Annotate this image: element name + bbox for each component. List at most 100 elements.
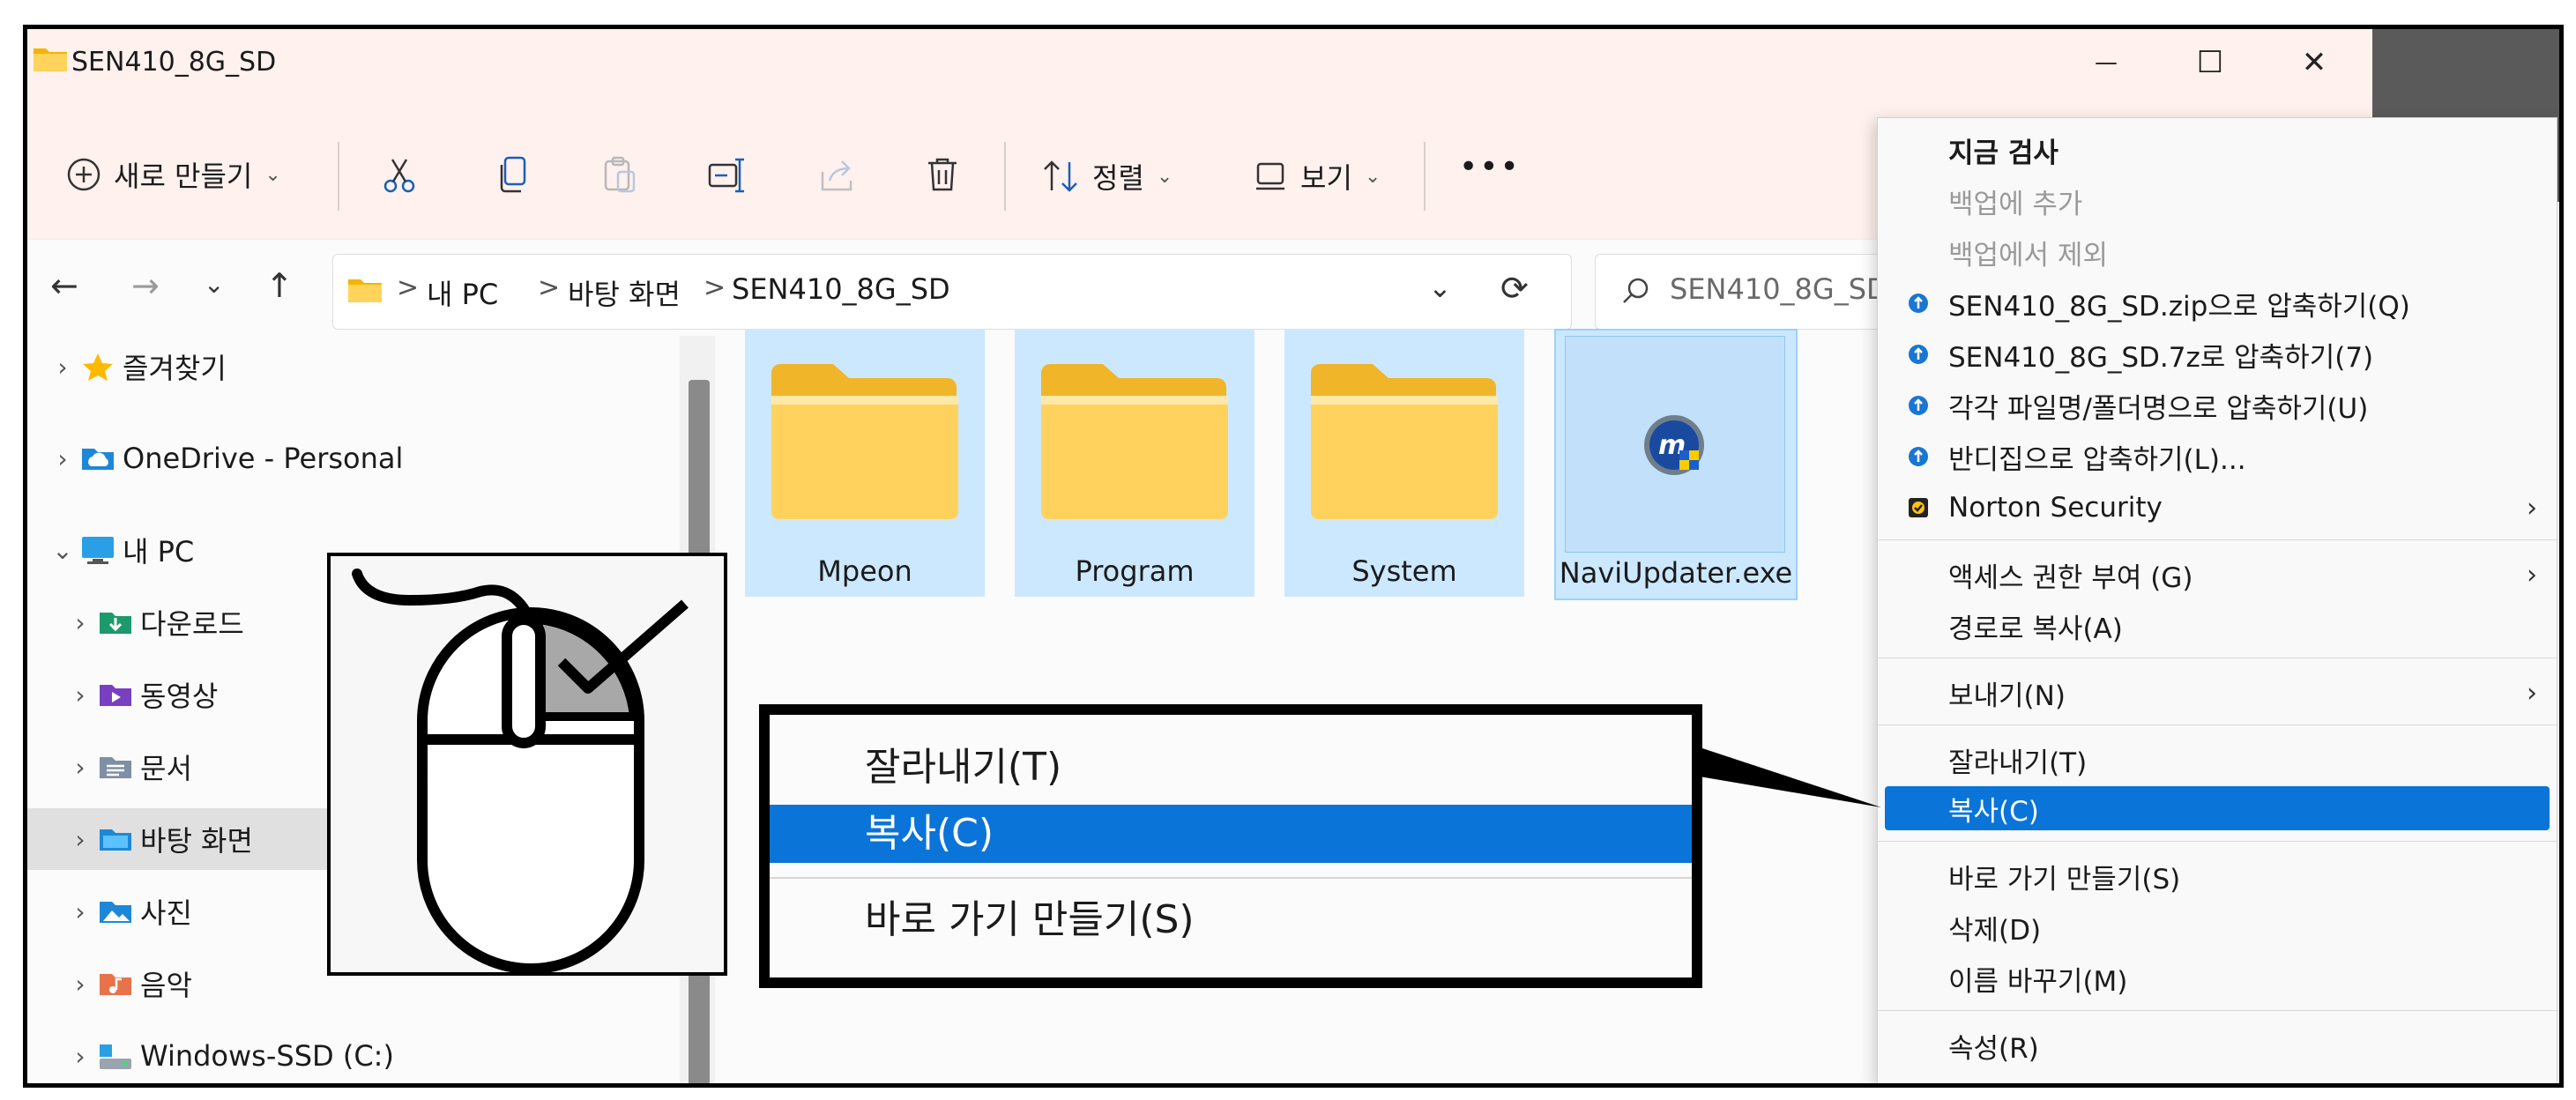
menu-item-label: Norton Security bbox=[1948, 492, 2163, 524]
file-item-folder[interactable]: Program bbox=[1015, 329, 1254, 597]
rename-icon[interactable] bbox=[706, 156, 747, 195]
menu-divider bbox=[770, 877, 1692, 879]
explorer-window: SEN410_8G_SD — ☐ ✕ 새로 만들기 ⌄ 정렬 ⌄ 보기 ⌄ ••… bbox=[23, 25, 2564, 1088]
sort-button[interactable]: 정렬 ⌄ bbox=[1041, 156, 1173, 197]
sidebar-item-windows-ssd[interactable]: › Windows-SSD (C:) bbox=[63, 1025, 394, 1083]
forward-arrow-icon[interactable]: → bbox=[131, 266, 160, 305]
menu-item-compress-each[interactable]: 각각 파일명/폴더명으로 압축하기(U) bbox=[1878, 381, 2557, 430]
copy-icon[interactable] bbox=[495, 154, 533, 195]
share-icon[interactable] bbox=[817, 156, 856, 195]
expand-chevron-icon[interactable]: › bbox=[63, 970, 98, 999]
file-name: NaviUpdater.exe bbox=[1559, 556, 1793, 590]
search-icon bbox=[1623, 278, 1649, 303]
sidebar-item-label: 문서 bbox=[140, 752, 192, 785]
minimize-icon: — bbox=[2095, 49, 2118, 76]
sidebar-item-downloads[interactable]: › 다운로드 bbox=[63, 591, 243, 653]
sidebar-item-label: 사진 bbox=[140, 896, 192, 930]
menu-item-copy-path[interactable]: 경로로 복사(A) bbox=[1878, 601, 2557, 650]
breadcrumb-separator: > bbox=[397, 272, 420, 303]
menu-item-rename[interactable]: 이름 바꾸기(M) bbox=[1878, 954, 2557, 1003]
view-icon bbox=[1256, 162, 1284, 190]
toolbar-divider bbox=[1004, 142, 1006, 211]
norton-icon bbox=[1909, 498, 1928, 517]
sidebar-item-pictures[interactable]: › 사진 bbox=[63, 881, 192, 942]
expand-chevron-icon[interactable]: › bbox=[45, 353, 80, 382]
sidebar-item-favorites[interactable]: › 즐겨찾기 bbox=[45, 336, 226, 398]
expand-chevron-icon[interactable]: › bbox=[45, 444, 80, 473]
menu-item-delete[interactable]: 삭제(D) bbox=[1878, 903, 2557, 952]
address-bar[interactable]: > 내 PC > 바탕 화면 > SEN410_8G_SD ⌄ ⟳ bbox=[332, 254, 1572, 330]
maximize-button[interactable]: ☐ bbox=[2184, 41, 2237, 84]
menu-item-cut[interactable]: 잘라내기(T) bbox=[1878, 735, 2557, 784]
collapse-chevron-icon[interactable]: ⌄ bbox=[45, 536, 80, 565]
video-folder-icon bbox=[100, 685, 131, 706]
sidebar-item-videos[interactable]: › 동영상 bbox=[63, 664, 218, 725]
sidebar-item-onedrive[interactable]: › OneDrive - Personal bbox=[45, 427, 403, 489]
zoom-cut-item: 잘라내기(T) bbox=[865, 745, 1062, 790]
expand-chevron-icon[interactable]: › bbox=[63, 753, 98, 782]
expand-chevron-icon[interactable]: › bbox=[63, 1042, 98, 1071]
menu-item-create-shortcut[interactable]: 바로 가기 만들기(S) bbox=[1878, 851, 2557, 901]
music-folder-icon bbox=[100, 974, 131, 995]
menu-item-norton[interactable]: Norton Security › bbox=[1878, 483, 2557, 532]
view-button[interactable]: 보기 ⌄ bbox=[1253, 156, 1381, 197]
delete-icon[interactable] bbox=[923, 154, 962, 195]
menu-item-send-to[interactable]: 보내기(N) › bbox=[1878, 668, 2557, 717]
file-item-exe[interactable]: m NaviUpdater.exe bbox=[1554, 329, 1798, 600]
new-button[interactable]: 새로 만들기 ⌄ bbox=[66, 154, 281, 195]
sidebar-item-label: 음악 bbox=[140, 969, 192, 1002]
menu-item-label: 보내기(N) bbox=[1948, 680, 2066, 712]
breadcrumb-current-folder[interactable]: SEN410_8G_SD bbox=[732, 272, 950, 306]
toolbar-divider bbox=[1424, 142, 1426, 211]
expand-chevron-icon[interactable]: › bbox=[63, 825, 98, 854]
expand-chevron-icon[interactable]: › bbox=[63, 608, 98, 637]
chevron-down-icon: ⌄ bbox=[1156, 165, 1173, 188]
submenu-chevron-icon: › bbox=[2527, 677, 2537, 709]
file-item-folder[interactable]: System bbox=[1284, 329, 1524, 597]
expand-chevron-icon[interactable]: › bbox=[63, 680, 98, 710]
expand-chevron-icon[interactable]: › bbox=[63, 897, 98, 926]
menu-item-give-access[interactable]: 액세스 권한 부여 (G) › bbox=[1878, 550, 2557, 599]
menu-item-label: 지금 검사 bbox=[1948, 137, 2059, 169]
menu-item-label: 속성(R) bbox=[1948, 1032, 2039, 1065]
sidebar-item-documents[interactable]: › 문서 bbox=[63, 736, 192, 798]
menu-item-copy[interactable]: 복사(C) bbox=[1885, 786, 2550, 830]
menu-item-label: 복사(C) bbox=[1948, 795, 2039, 828]
breadcrumb-this-pc[interactable]: 내 PC bbox=[427, 272, 498, 313]
menu-item-label: 백업에서 제외 bbox=[1948, 239, 2108, 271]
cut-icon[interactable] bbox=[380, 156, 419, 195]
search-placeholder: SEN410_8G_SD bbox=[1670, 272, 1888, 306]
menu-item-bandizip[interactable]: 반디집으로 압축하기(L)... bbox=[1878, 432, 2557, 481]
menu-item-zip[interactable]: SEN410_8G_SD.zip으로 압축하기(Q) bbox=[1878, 279, 2557, 328]
up-arrow-icon[interactable]: ↑ bbox=[265, 266, 294, 305]
menu-item-7z[interactable]: SEN410_8G_SD.7z로 압축하기(7) bbox=[1878, 330, 2557, 379]
menu-item-label: 반디집으로 압축하기(L)... bbox=[1948, 443, 2246, 476]
minimize-button[interactable]: — bbox=[2080, 41, 2133, 84]
file-item-folder[interactable]: Mpeon bbox=[745, 329, 985, 597]
menu-item-label: 삭제(D) bbox=[1948, 914, 2042, 947]
more-icon: ••• bbox=[1459, 149, 1521, 185]
close-button[interactable]: ✕ bbox=[2288, 41, 2341, 84]
paste-icon[interactable] bbox=[600, 154, 639, 195]
navi-updater-icon: m bbox=[1644, 415, 1704, 475]
drive-icon bbox=[100, 1044, 131, 1069]
sidebar-item-music[interactable]: › 음악 bbox=[63, 953, 192, 1015]
breadcrumb-separator: > bbox=[704, 272, 726, 303]
monitor-icon bbox=[82, 537, 114, 564]
sidebar-item-this-pc[interactable]: ⌄ 내 PC bbox=[45, 519, 194, 581]
sidebar-item-label: 내 PC bbox=[123, 535, 195, 569]
menu-item-scan-now[interactable]: 지금 검사 bbox=[1878, 125, 2557, 175]
plus-circle-icon bbox=[67, 158, 101, 191]
breadcrumb-desktop[interactable]: 바탕 화면 bbox=[568, 272, 681, 313]
menu-item-properties[interactable]: 속성(R) bbox=[1878, 1021, 2557, 1070]
chevron-down-icon[interactable]: ⌄ bbox=[1428, 271, 1452, 304]
refresh-icon[interactable]: ⟳ bbox=[1500, 269, 1529, 308]
more-button[interactable]: ••• bbox=[1459, 149, 1521, 185]
bandizip-icon bbox=[1909, 447, 1928, 466]
back-arrow-icon[interactable]: ← bbox=[50, 266, 78, 305]
recent-chevron-icon[interactable]: ⌄ bbox=[204, 270, 224, 299]
menu-item-label: 이름 바꾸기(M) bbox=[1948, 965, 2128, 998]
menu-divider bbox=[1878, 539, 2557, 540]
new-label: 새로 만들기 bbox=[114, 160, 253, 193]
menu-item-exclude-backup: 백업에서 제외 bbox=[1878, 227, 2557, 277]
